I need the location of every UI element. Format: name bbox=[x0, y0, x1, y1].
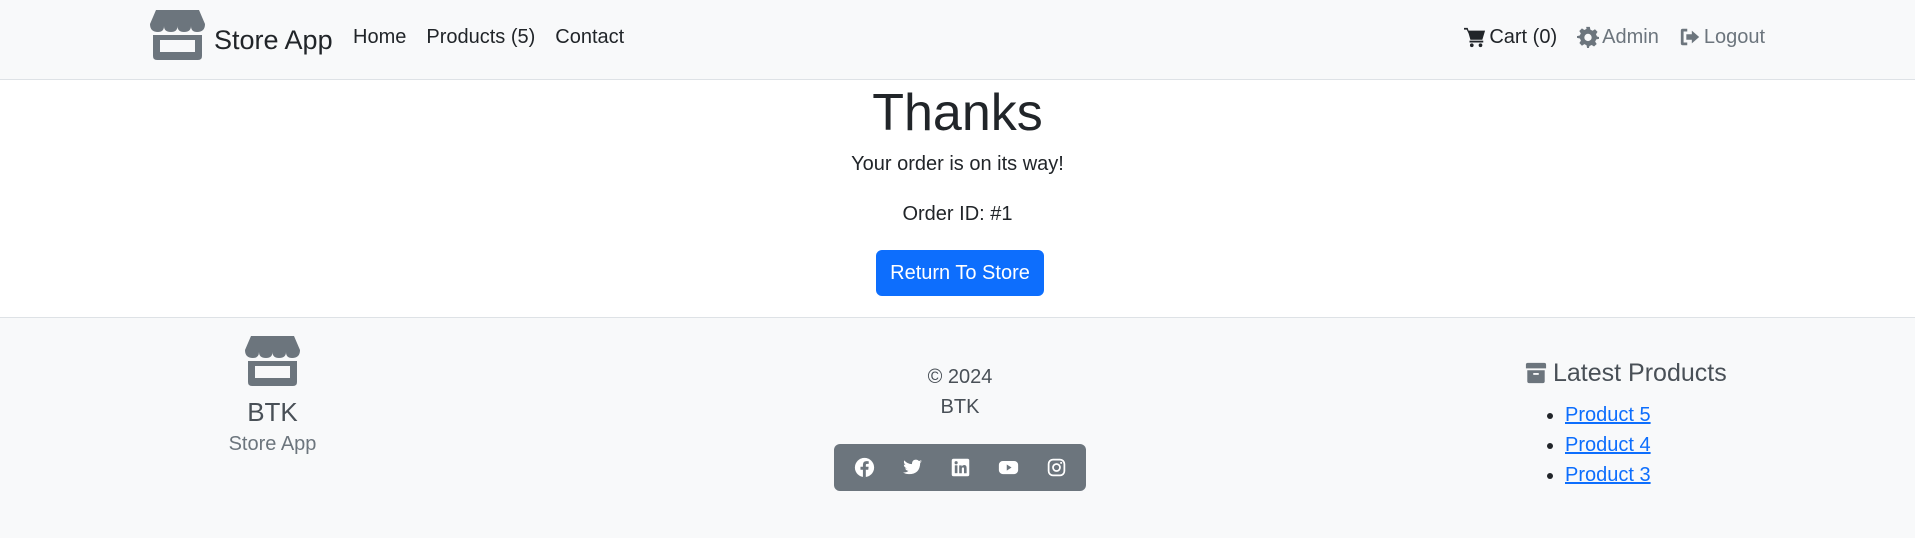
main-nav: Home Products (5) Contact bbox=[353, 24, 644, 50]
footer-app-name: Store App bbox=[228, 433, 317, 455]
brand-link[interactable]: Store App bbox=[150, 10, 333, 60]
footer-company: BTK bbox=[940, 396, 980, 418]
logout-icon bbox=[1680, 28, 1699, 46]
product-link[interactable]: Product 4 bbox=[1565, 434, 1651, 456]
cart-link[interactable]: Cart (0) bbox=[1464, 24, 1557, 50]
linkedin-icon[interactable] bbox=[942, 450, 978, 486]
user-nav: Cart (0) Admin Logout bbox=[1464, 24, 1765, 50]
footer-center: © 2024 BTK bbox=[834, 362, 1086, 491]
logout-label: Logout bbox=[1703, 26, 1765, 48]
order-message: Your order is on its way! bbox=[851, 153, 1064, 175]
brand-name: Store App bbox=[214, 24, 333, 55]
page-title: Thanks bbox=[872, 84, 1043, 142]
logout-link[interactable]: Logout bbox=[1679, 24, 1765, 50]
box-icon bbox=[1525, 362, 1547, 384]
list-item: Product 4 bbox=[1565, 430, 1765, 460]
social-links bbox=[834, 444, 1086, 491]
latest-products: Latest Products Product 5 Product 4 Prod… bbox=[1525, 358, 1765, 490]
footer-brand: BTK Store App bbox=[200, 336, 345, 457]
footer: BTK Store App © 2024 BTK Latest Products… bbox=[0, 317, 1915, 538]
footer-brand-name: BTK bbox=[247, 397, 298, 427]
list-item: Product 3 bbox=[1565, 460, 1765, 490]
instagram-icon[interactable] bbox=[1038, 450, 1074, 486]
admin-link[interactable]: Admin bbox=[1577, 24, 1659, 50]
cart-label: Cart (0) bbox=[1489, 26, 1558, 48]
store-icon bbox=[245, 336, 300, 386]
admin-label: Admin bbox=[1602, 26, 1659, 48]
order-confirmation: Thanks Your order is on its way! Order I… bbox=[0, 80, 1915, 316]
gear-icon bbox=[1577, 26, 1600, 48]
facebook-icon[interactable] bbox=[846, 450, 882, 486]
product-link[interactable]: Product 3 bbox=[1565, 464, 1651, 486]
youtube-icon[interactable] bbox=[990, 450, 1026, 486]
cart-icon bbox=[1464, 27, 1486, 48]
order-id: Order ID: #1 bbox=[902, 203, 1013, 225]
latest-products-label: Latest Products bbox=[1553, 359, 1727, 387]
nav-products[interactable]: Products (5) bbox=[426, 24, 535, 50]
store-icon bbox=[150, 10, 205, 60]
latest-products-title: Latest Products bbox=[1525, 358, 1765, 388]
copyright: © 2024 bbox=[927, 366, 993, 388]
return-to-store-button[interactable]: Return To Store bbox=[876, 250, 1044, 296]
twitter-icon[interactable] bbox=[894, 450, 930, 486]
latest-products-list: Product 5 Product 4 Product 3 bbox=[1525, 400, 1765, 490]
list-item: Product 5 bbox=[1565, 400, 1765, 430]
nav-contact[interactable]: Contact bbox=[555, 24, 624, 50]
product-link[interactable]: Product 5 bbox=[1565, 404, 1651, 426]
nav-home[interactable]: Home bbox=[353, 24, 406, 50]
navbar: Store App Home Products (5) Contact Cart… bbox=[0, 0, 1915, 80]
